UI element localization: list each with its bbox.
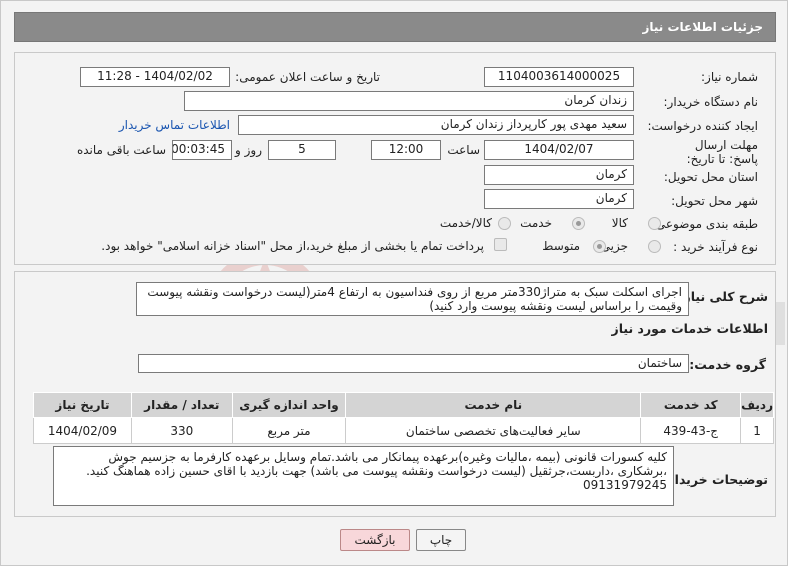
back-button[interactable]: بازگشت: [340, 529, 410, 551]
announce-datetime-field: 1404/02/02 - 11:28: [80, 67, 230, 87]
buyer-org-label: نام دستگاه خریدار:: [663, 95, 759, 109]
col-row: ردیف: [740, 392, 774, 418]
buyer-notes-label: توضیحات خریدار:: [662, 472, 768, 487]
col-quantity: تعداد / مقدار: [130, 392, 233, 418]
cell-service-code: ج-43-439: [640, 417, 742, 444]
deadline-time-field: 12:00: [371, 140, 441, 160]
cell-row: 1: [740, 417, 774, 444]
deadline-days-field: 5: [268, 140, 336, 160]
need-number-field: 1104003614000025: [484, 67, 634, 87]
buyer-contact-link[interactable]: اطلاعات تماس خریدار: [119, 118, 230, 132]
print-button[interactable]: چاپ: [416, 529, 466, 551]
province-label: استان محل تحویل:: [663, 170, 758, 184]
category-option-service: خدمت: [520, 216, 552, 230]
col-need-date: تاریخ نیاز: [33, 392, 132, 418]
services-section-title: اطلاعات خدمات مورد نیاز: [611, 321, 769, 336]
category-label: طبقه بندی موضوعی:: [651, 217, 758, 231]
purchase-option-medium: متوسط: [542, 239, 580, 253]
purchase-radio-minor[interactable]: [648, 240, 661, 253]
remaining-time-label: ساعت باقی مانده: [76, 143, 166, 157]
requester-label: ایجاد کننده درخواست:: [647, 119, 758, 133]
description-textarea: اجرای اسکلت سبک به متراژ330متر مربع از ر…: [136, 282, 689, 316]
col-unit: واحد اندازه گیری: [231, 392, 347, 418]
page-title: جزئیات اطلاعات نیاز: [642, 20, 763, 34]
province-field: کرمان: [484, 165, 634, 185]
cell-quantity: 330: [130, 417, 233, 444]
service-group-label: گروه خدمت:: [689, 357, 766, 372]
purchase-type-label: نوع فرآیند خرید :: [673, 240, 758, 254]
table-row: 1 ج-43-439 سایر فعالیت‌های تخصصی ساختمان…: [33, 417, 774, 444]
city-label: شهر محل تحویل:: [671, 194, 758, 208]
deadline-days-label: روز و: [235, 143, 262, 157]
services-table-header: ردیف کد خدمت نام خدمت واحد اندازه گیری ت…: [33, 392, 774, 418]
service-group-field: ساختمان: [138, 354, 689, 373]
requester-field: سعید مهدی پور کارپرداز زندان کرمان: [238, 115, 634, 135]
category-radio-goods-service[interactable]: [498, 217, 511, 230]
city-field: کرمان: [484, 189, 634, 209]
category-radio-goods[interactable]: [648, 217, 661, 230]
buyer-org-field: زندان کرمان: [184, 91, 634, 111]
col-service-code: کد خدمت: [640, 392, 742, 418]
treasury-payment-note: پرداخت تمام یا بخشی از مبلغ خرید،از محل …: [101, 239, 484, 253]
cell-need-date: 1404/02/09: [33, 417, 132, 444]
cell-unit: متر مربع: [231, 417, 347, 444]
cell-service-name: سایر فعالیت‌های تخصصی ساختمان: [345, 417, 642, 444]
deadline-date-field: 1404/02/07: [484, 140, 634, 160]
deadline-label: مهلت ارسال پاسخ: تا تاریخ:: [686, 138, 758, 166]
category-option-goods: کالا: [611, 216, 628, 230]
services-table: ردیف کد خدمت نام خدمت واحد اندازه گیری ت…: [33, 392, 774, 444]
page-header: جزئیات اطلاعات نیاز: [14, 12, 776, 42]
description-label: شرح کلی نیاز:: [678, 289, 768, 304]
category-option-goods-service: کالا/خدمت: [439, 216, 492, 230]
deadline-time-label: ساعت: [447, 143, 480, 157]
need-number-label: شماره نیاز:: [701, 70, 758, 84]
purchase-radio-medium[interactable]: [593, 240, 606, 253]
category-radio-service[interactable]: [572, 217, 585, 230]
col-service-name: نام خدمت: [345, 392, 642, 418]
announce-datetime-label: تاریخ و ساعت اعلان عمومی:: [235, 70, 380, 84]
treasury-payment-checkbox[interactable]: [494, 238, 507, 251]
remaining-time-field: 00:03:45: [172, 140, 232, 160]
buyer-notes-textarea: کلیه کسورات قانونی (بیمه ،مالیات وغیره)ب…: [53, 446, 674, 506]
